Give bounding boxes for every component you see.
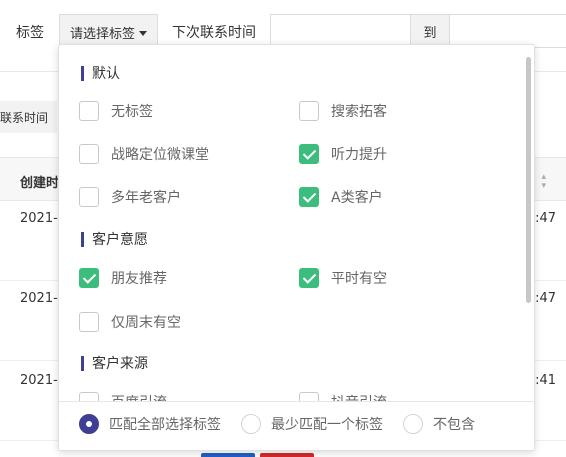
tag-option-old-customer[interactable]: 多年老客户 (79, 187, 181, 207)
checkbox-checked[interactable] (79, 268, 99, 288)
match-all-option[interactable]: 匹配全部选择标签 (79, 414, 221, 434)
status-badge (260, 453, 314, 457)
created-time-cell: 2021- (20, 373, 58, 388)
tag-option-label: 朋友推荐 (111, 271, 167, 287)
tag-option-no-tag[interactable]: 无标签 (79, 101, 153, 121)
tag-option-douyin[interactable]: 抖音引流 (299, 392, 387, 401)
group-title-text: 默认 (92, 66, 120, 82)
tag-option-baidu[interactable]: 百度引流 (79, 392, 167, 401)
tag-option-search[interactable]: 搜索拓客 (299, 101, 387, 121)
tag-option-label: 仅周末有空 (111, 315, 181, 331)
checkbox-checked[interactable] (299, 187, 319, 207)
next-contact-label: 下次联系时间 (172, 25, 256, 41)
match-mode-footer: 匹配全部选择标签 最少匹配一个标签 不包含 (59, 401, 534, 450)
checkbox[interactable] (79, 312, 99, 332)
group-marker-icon (81, 355, 84, 371)
created-time-cell: 2021- (20, 211, 58, 226)
tag-option-friend-referral[interactable]: 朋友推荐 (79, 268, 167, 288)
radio[interactable] (403, 414, 423, 434)
sort-chip-label: 联系时间 (0, 110, 49, 125)
group-title-default: 默认 (81, 63, 120, 83)
tag-option-a-class[interactable]: A类客户 (299, 187, 383, 207)
end-date-input[interactable] (449, 14, 566, 48)
tag-option-weekend-only[interactable]: 仅周末有空 (79, 312, 181, 332)
checkbox[interactable] (79, 187, 99, 207)
group-marker-icon (81, 231, 84, 247)
sort-icon[interactable]: ▴ ▾ (541, 173, 546, 191)
radio-selected[interactable] (79, 414, 99, 434)
tag-dropdown-panel: 默认 无标签 搜索拓客 战略定位微课堂 听力提升 多年老客户 A类客户 客户意愿… (58, 44, 535, 451)
match-mode-label: 不包含 (433, 417, 475, 433)
tag-option-label: 搜索拓客 (331, 104, 387, 120)
tag-option-label: 多年老客户 (111, 190, 181, 206)
checkbox-checked[interactable] (299, 144, 319, 164)
group-marker-icon (81, 65, 84, 81)
tag-option-listening[interactable]: 听力提升 (299, 144, 387, 164)
exclude-option[interactable]: 不包含 (403, 414, 475, 434)
tag-option-strategy-class[interactable]: 战略定位微课堂 (79, 144, 209, 164)
checkbox[interactable] (79, 392, 99, 401)
tag-select-value: 请选择标签 (69, 26, 135, 42)
checkbox[interactable] (299, 101, 319, 121)
start-date-input[interactable] (270, 14, 411, 48)
match-any-option[interactable]: 最少匹配一个标签 (241, 414, 383, 434)
scrollbar-thumb[interactable] (526, 57, 531, 303)
tag-list-scroll-area[interactable]: 默认 无标签 搜索拓客 战略定位微课堂 听力提升 多年老客户 A类客户 客户意愿… (59, 45, 534, 401)
to-separator: 到 (410, 14, 450, 48)
column-header-created[interactable]: 创建时 (20, 172, 59, 191)
radio[interactable] (241, 414, 261, 434)
tag-option-label: 平时有空 (331, 271, 387, 287)
tag-option-label: 百度引流 (111, 392, 167, 401)
checkbox[interactable] (299, 392, 319, 401)
tag-filter-label: 标签 (16, 25, 44, 41)
tag-option-weekday-free[interactable]: 平时有空 (299, 268, 387, 288)
checkbox[interactable] (79, 144, 99, 164)
tag-option-label: 抖音引流 (331, 392, 387, 401)
tag-option-label: 听力提升 (331, 147, 387, 163)
created-time-cell: 2021- (20, 291, 58, 306)
group-title-willingness: 客户意愿 (81, 229, 148, 249)
group-title-text: 客户意愿 (92, 232, 148, 248)
group-title-text: 客户来源 (92, 356, 148, 372)
match-mode-label: 匹配全部选择标签 (109, 417, 221, 433)
caret-down-icon (139, 30, 147, 36)
checkbox[interactable] (79, 101, 99, 121)
status-badge (201, 453, 255, 457)
match-mode-label: 最少匹配一个标签 (271, 417, 383, 433)
tag-option-label: 无标签 (111, 104, 153, 120)
checkbox-checked[interactable] (299, 268, 319, 288)
tag-option-label: A类客户 (331, 190, 383, 206)
group-title-source: 客户来源 (81, 353, 148, 373)
sort-contact-time-button[interactable]: 联系时间 (0, 101, 57, 133)
tag-option-label: 战略定位微课堂 (111, 147, 209, 163)
